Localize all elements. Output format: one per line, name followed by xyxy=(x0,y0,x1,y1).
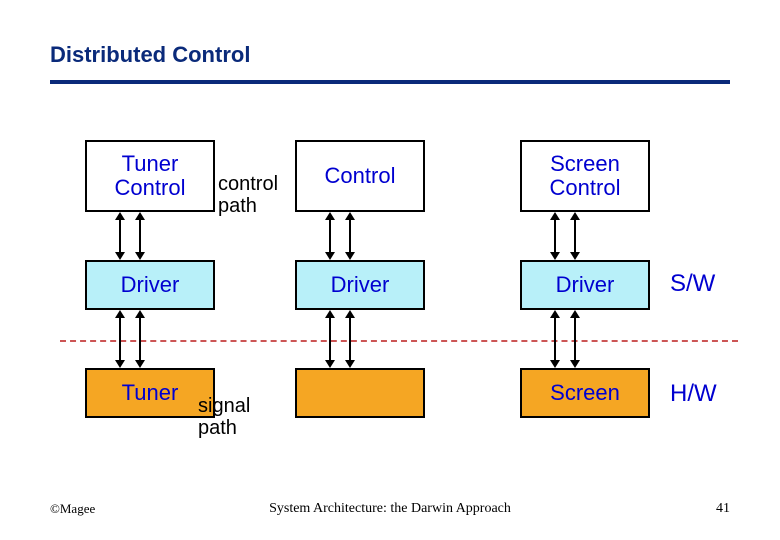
screen-hw-label: Screen xyxy=(550,381,620,405)
slide-title: Distributed Control xyxy=(50,42,250,68)
connector-col1-drv-hw xyxy=(112,310,152,368)
screen-control-label: ScreenControl xyxy=(550,152,621,200)
driver-box-1: Driver xyxy=(85,260,215,310)
tuner-hw-label: Tuner xyxy=(122,381,179,405)
signal-path-label: signalpath xyxy=(198,395,250,439)
tuner-control-box: TunerControl xyxy=(85,140,215,212)
connector-col3-ctrl-drv xyxy=(547,212,587,260)
tuner-control-label: TunerControl xyxy=(115,152,186,200)
sw-label: S/W xyxy=(670,270,715,298)
tuner-hw-box: Tuner xyxy=(85,368,215,418)
connector-col2-ctrl-drv xyxy=(322,212,362,260)
driver-label-2: Driver xyxy=(331,273,390,297)
screen-control-box: ScreenControl xyxy=(520,140,650,212)
driver-box-2: Driver xyxy=(295,260,425,310)
footer-title: System Architecture: the Darwin Approach xyxy=(0,501,780,517)
screen-hw-box: Screen xyxy=(520,368,650,418)
middle-control-label: Control xyxy=(325,164,396,188)
control-path-text: controlpath xyxy=(218,173,278,217)
middle-control-box: Control xyxy=(295,140,425,212)
middle-hw-box xyxy=(295,368,425,418)
hw-label: H/W xyxy=(670,380,717,408)
control-path-label: controlpath xyxy=(218,173,278,217)
sw-hw-divider xyxy=(60,340,738,342)
driver-box-3: Driver xyxy=(520,260,650,310)
connector-col3-drv-hw xyxy=(547,310,587,368)
connector-col2-drv-hw xyxy=(322,310,362,368)
driver-label-1: Driver xyxy=(121,273,180,297)
connector-col1-ctrl-drv xyxy=(112,212,152,260)
footer-page-number: 41 xyxy=(716,501,730,517)
title-underline xyxy=(50,80,730,84)
driver-label-3: Driver xyxy=(556,273,615,297)
signal-path-text: signalpath xyxy=(198,395,250,439)
